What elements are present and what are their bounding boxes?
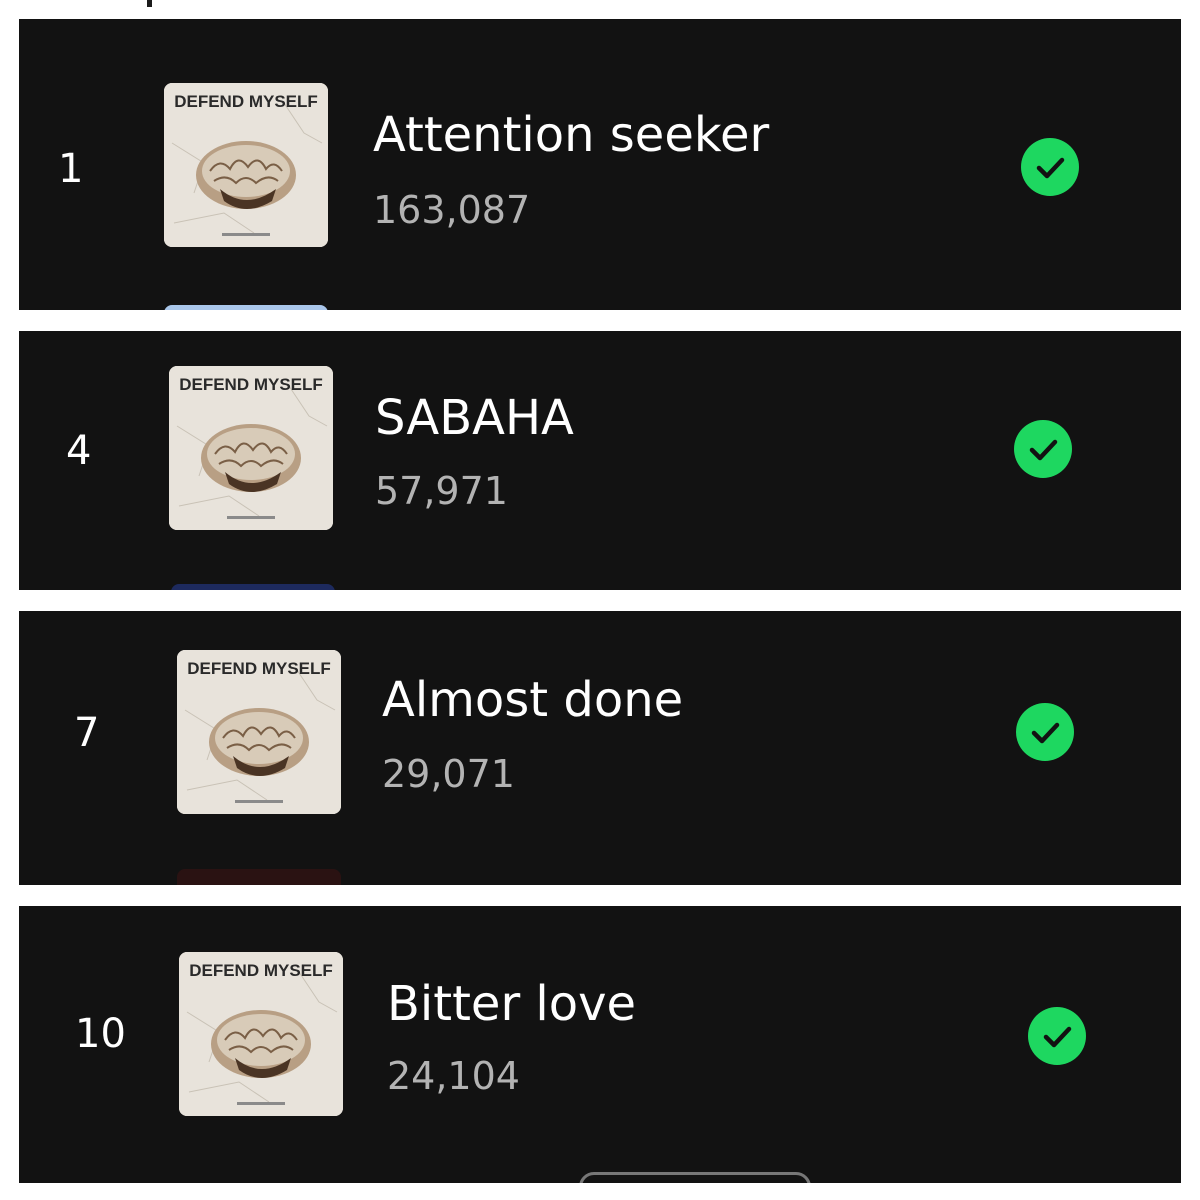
track-play-count: 57,971 (375, 469, 508, 513)
track-title: Almost done (382, 672, 684, 728)
next-album-cover-peek (171, 584, 335, 590)
album-art-image: DEFEND MYSELF (179, 952, 343, 1116)
screenshot-collage: 1 DEFEND MYSELF Attention seeker 163,087 (0, 0, 1200, 1200)
track-play-count: 29,071 (382, 752, 515, 796)
track-rank: 10 (75, 1011, 126, 1057)
track-title: SABAHA (375, 390, 574, 446)
track-panel: 4 DEFEND MYSELF SABAHA 57,971 (19, 331, 1181, 590)
album-art-image: DEFEND MYSELF (164, 83, 328, 247)
album-cover: DEFEND MYSELF (179, 952, 343, 1116)
album-art-image: DEFEND MYSELF (169, 366, 333, 530)
track-panel: 1 DEFEND MYSELF Attention seeker 163,087 (19, 19, 1181, 310)
check-circle-icon[interactable] (1028, 1007, 1086, 1065)
album-art-image: DEFEND MYSELF (177, 650, 341, 814)
check-circle-icon[interactable] (1016, 703, 1074, 761)
album-cover: DEFEND MYSELF (177, 650, 341, 814)
bottom-sheet-handle[interactable] (579, 1172, 811, 1183)
next-album-cover-peek (164, 305, 328, 310)
album-art-text: DEFEND MYSELF (189, 961, 333, 980)
album-cover: DEFEND MYSELF (164, 83, 328, 247)
check-circle-icon[interactable] (1021, 138, 1079, 196)
check-circle-icon[interactable] (1014, 420, 1072, 478)
track-title: Attention seeker (373, 107, 770, 163)
track-panel: 10 DEFEND MYSELF Bitter love 24,104 (19, 906, 1181, 1183)
next-album-cover-peek (177, 869, 341, 885)
track-title: Bitter love (387, 976, 637, 1032)
track-panel: 7 DEFEND MYSELF Almost done 29,071 (19, 611, 1181, 885)
album-art-text: DEFEND MYSELF (187, 659, 331, 678)
track-play-count: 24,104 (387, 1054, 520, 1098)
track-play-count: 163,087 (373, 188, 531, 232)
album-art-text: DEFEND MYSELF (174, 92, 318, 111)
album-art-text: DEFEND MYSELF (179, 375, 323, 394)
top-edge-fragment (147, 0, 152, 7)
track-rank: 4 (66, 428, 92, 474)
track-rank: 1 (58, 146, 84, 192)
track-rank: 7 (74, 710, 100, 756)
album-cover: DEFEND MYSELF (169, 366, 333, 530)
